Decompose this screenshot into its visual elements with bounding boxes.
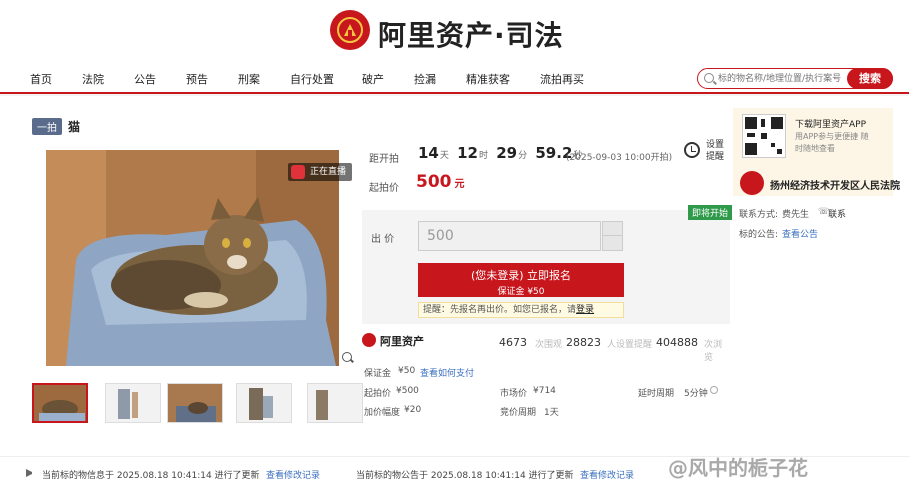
minutes-unit: 分 <box>518 151 528 161</box>
search-button[interactable]: 搜索 <box>847 67 893 89</box>
bidding-period-label: 竞价周期 <box>500 408 537 418</box>
hint-text: 提醒：先报名再出价。如您已报名，请 <box>423 305 577 315</box>
login-hint: 提醒：先报名再出价。如您已报名，请登录 <box>418 302 624 318</box>
item-title: 猫 <box>68 120 81 134</box>
auction-round-tag: 一拍 <box>32 118 62 135</box>
stat-views-label: 次围观 <box>535 340 563 350</box>
item-photo[interactable] <box>46 150 339 366</box>
start-price-value: 500 <box>416 172 452 192</box>
price-unit: 元 <box>454 179 465 190</box>
qr-code <box>742 114 786 158</box>
market-price-label: 市场价 <box>500 389 528 399</box>
stat-reminders: 28823 <box>566 336 601 349</box>
start-price-label: 起拍价 <box>369 183 399 194</box>
notice-update-text: 当前标的物公告于 2025.08.18 10:41:14 进行了更新 <box>356 471 574 481</box>
start-price-detail-label: 起拍价 <box>364 389 392 399</box>
start-time: (2025-09-03 10:00开拍) <box>566 153 673 163</box>
alarm-clock-icon[interactable] <box>684 142 700 158</box>
search-box: 搜索 <box>697 67 893 89</box>
contact-name: 费先生 <box>782 210 810 220</box>
stats-bar: 阿里资产 4673 次围观 28823 人设置提醒 404888 次浏览 <box>362 332 730 363</box>
thumbnail-1[interactable] <box>32 383 88 423</box>
start-price-detail: ¥500 <box>396 386 419 396</box>
contact-link[interactable]: 联系 <box>828 207 846 220</box>
speaker-icon <box>26 469 34 477</box>
status-badge: 即将开始 <box>688 205 733 220</box>
countdown-label: 距开拍 <box>369 154 399 165</box>
nav-precise-leads[interactable]: 精准获客 <box>466 71 510 87</box>
nav-self-disposal[interactable]: 自行处置 <box>290 71 334 87</box>
notice-link[interactable]: 查看公告 <box>782 227 818 240</box>
deposit-label: 保证金 <box>364 369 392 379</box>
nav-preview[interactable]: 预告 <box>186 71 208 87</box>
bidding-period: 1天 <box>544 408 559 418</box>
market-price: ¥714 <box>533 386 556 396</box>
thumbnail-2[interactable] <box>105 383 161 423</box>
ali-logo-icon <box>362 333 376 347</box>
nav-criminal[interactable]: 刑案 <box>238 71 260 87</box>
increment: ¥20 <box>404 405 422 415</box>
bid-label: 出 价 <box>371 234 395 245</box>
notice-label: 标的公告: <box>739 230 779 240</box>
contact-link-text[interactable]: 联系 <box>828 210 846 220</box>
login-link[interactable]: 登录 <box>576 305 594 315</box>
register-label: (您未登录) 立即报名 <box>470 268 572 282</box>
countdown-timer: 14天 12时 29分 59.2秒 <box>418 144 585 162</box>
delay-period-label: 延时周期 <box>638 389 675 399</box>
court-emblem-logo <box>330 10 370 50</box>
court-emblem-icon <box>740 171 764 195</box>
watermark: @风中的栀子花 <box>668 456 808 480</box>
countdown-hours: 12 <box>457 144 478 162</box>
register-button[interactable]: (您未登录) 立即报名 保证金 ¥50 <box>418 263 624 297</box>
set-reminder-button[interactable]: 设置提醒 <box>706 139 728 163</box>
site-title: 阿里资产·司法 <box>378 19 564 52</box>
days-unit: 天 <box>439 151 449 161</box>
stat-reminders-label: 人设置提醒 <box>607 340 653 350</box>
increment-label: 加价幅度 <box>364 408 401 418</box>
countdown-days: 14 <box>418 144 439 162</box>
app-download-title[interactable]: 下载阿里资产APP <box>795 117 866 130</box>
nav-court[interactable]: 法院 <box>82 71 104 87</box>
court-name[interactable]: 扬州经济技术开发区人民法院 <box>770 177 900 192</box>
stat-views: 4673 <box>499 336 527 349</box>
nav-home[interactable]: 首页 <box>30 71 52 87</box>
zoom-icon[interactable] <box>342 352 352 362</box>
live-icon <box>291 165 305 179</box>
live-label: 正在直播 <box>310 167 347 177</box>
stat-browses: 404888 <box>656 336 698 349</box>
stepper-up-icon[interactable] <box>603 222 622 236</box>
hours-unit: 时 <box>479 151 489 161</box>
countdown-minutes: 29 <box>496 144 518 162</box>
info-icon[interactable] <box>710 386 718 394</box>
thumbnail-4[interactable] <box>236 383 292 423</box>
bid-input[interactable] <box>418 221 601 251</box>
item-update-text: 当前标的物信息于 2025.08.18 10:41:14 进行了更新 <box>42 471 260 481</box>
deposit-pay-link[interactable]: 查看如何支付 <box>420 366 474 379</box>
app-download-desc: 用APP参与更便捷 随时随地查看 <box>795 132 869 153</box>
nav-bankruptcy[interactable]: 破产 <box>362 71 384 87</box>
live-badge[interactable]: 正在直播 <box>288 163 353 181</box>
notice-link-text[interactable]: 查看公告 <box>782 230 818 240</box>
deposit-value: ¥50 <box>398 366 416 376</box>
thumbnail-3[interactable] <box>167 383 223 423</box>
header: 阿里资产·司法 <box>0 0 909 64</box>
brand-name: 阿里资产 <box>380 335 424 348</box>
nav-relist[interactable]: 流拍再买 <box>540 71 584 87</box>
item-history-link[interactable]: 查看修改记录 <box>266 468 320 481</box>
bid-stepper[interactable] <box>602 221 623 251</box>
stat-browses-label: 次浏览 <box>704 340 723 363</box>
search-input[interactable] <box>718 70 843 87</box>
thumbnail-5[interactable] <box>307 383 363 423</box>
search-icon <box>704 73 714 83</box>
contact-label: 联系方式: <box>739 210 779 220</box>
notice-history-link[interactable]: 查看修改记录 <box>580 468 634 481</box>
delay-period: 5分钟 <box>684 389 708 399</box>
nav-bargain[interactable]: 捡漏 <box>414 71 436 87</box>
stepper-down-icon[interactable] <box>603 236 622 250</box>
nav-announcement[interactable]: 公告 <box>134 71 156 87</box>
register-deposit: 保证金 ¥50 <box>497 286 545 297</box>
deposit-pay-link-text[interactable]: 查看如何支付 <box>420 369 474 379</box>
start-price: 500 元 <box>416 172 465 192</box>
